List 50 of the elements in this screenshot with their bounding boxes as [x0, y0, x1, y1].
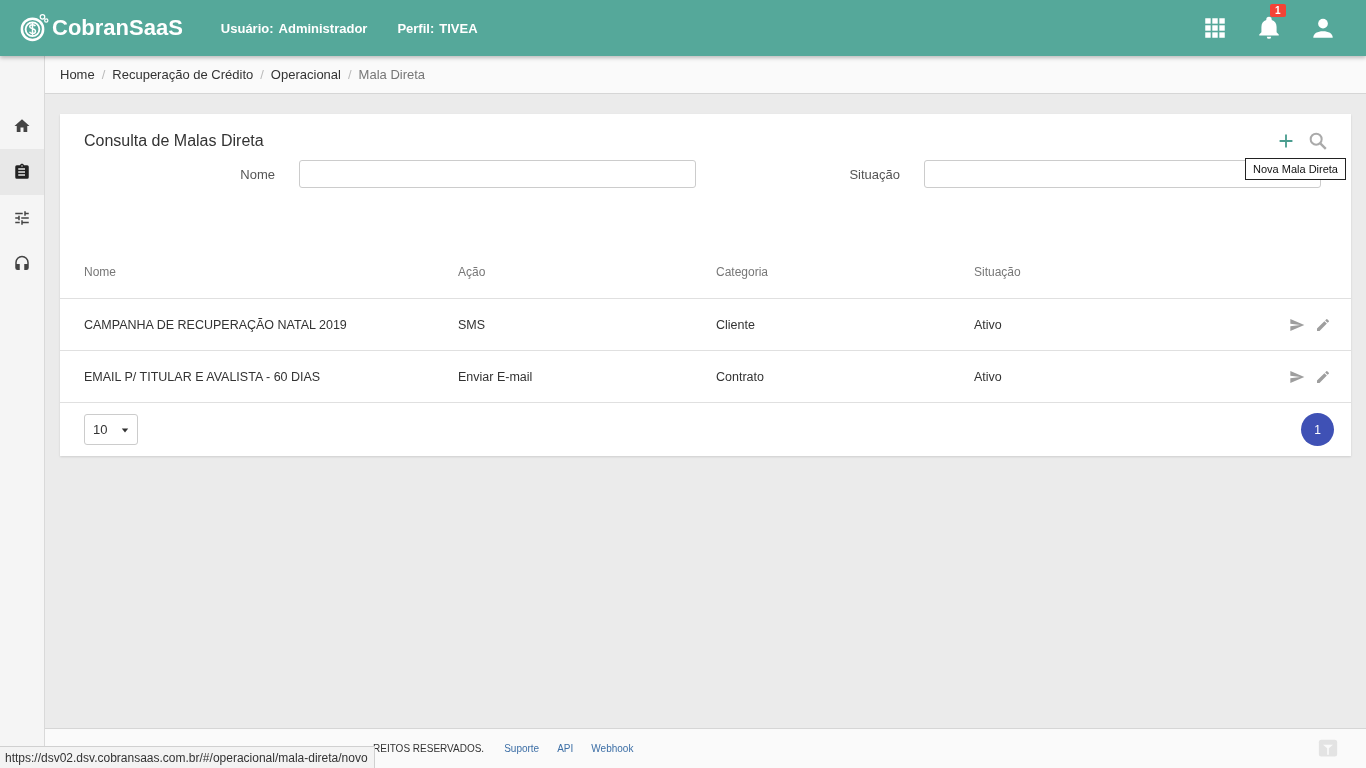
breadcrumb-link[interactable]: Operacional	[270, 67, 341, 82]
pencil-icon	[1315, 316, 1331, 333]
brand-name: CobranSaaS	[52, 15, 183, 41]
column-header: Nome	[84, 265, 117, 279]
page-button[interactable]: 1	[1301, 413, 1334, 446]
user-label: Usuário:	[220, 20, 274, 36]
search-icon	[1307, 130, 1329, 152]
send-icon	[1289, 368, 1305, 385]
footer-link[interactable]: API	[557, 743, 574, 754]
column-header: Categoria	[716, 265, 770, 279]
field-label: Situação	[848, 166, 900, 182]
clipboard-icon	[13, 163, 31, 181]
profile-name: TIVEA	[439, 20, 478, 36]
breadcrumb-separator: /	[347, 67, 352, 82]
table-cell-text: SMS	[458, 317, 487, 332]
coin-logo-icon	[20, 13, 50, 43]
table-cell-text: Ativo	[974, 369, 1003, 384]
field-label: Nome	[239, 166, 275, 182]
breadcrumb-separator: /	[260, 67, 264, 82]
grid-icon	[1202, 15, 1228, 41]
table-cell-text: Enviar E-mail	[458, 369, 534, 384]
headphones-icon	[13, 255, 31, 273]
footer-link[interactable]: Suporte	[504, 743, 540, 754]
user-name: Administrador	[278, 20, 368, 36]
profile-label: Perfil:	[397, 20, 435, 36]
column-header: Ação	[458, 265, 487, 279]
page-size-select[interactable]: 10	[84, 414, 138, 445]
breadcrumb-link[interactable]: Recuperação de Crédito	[112, 67, 254, 82]
sidebar-item[interactable]	[0, 149, 44, 195]
pencil-icon	[1315, 368, 1331, 385]
sliders-icon	[13, 209, 31, 227]
breadcrumb-link[interactable]: Home	[60, 67, 95, 82]
table-cell-text: EMAIL P/ TITULAR E AVALISTA - 60 DIAS	[84, 369, 322, 384]
breadcrumb-current: Mala Direta	[358, 67, 426, 82]
bell-icon	[1256, 15, 1282, 41]
table-cell-text: CAMPANHA DE RECUPERAÇÃO NATAL 2019	[84, 317, 348, 332]
footer-link[interactable]: Webhook	[591, 743, 634, 754]
notification-count-badge: 1	[1270, 4, 1286, 17]
status-url: https://dsv02.dsv.cobransaas.com.br/#/operacional/mala-direta/novo	[0, 746, 375, 768]
send-icon	[1289, 316, 1305, 333]
table-cell-text: Cliente	[716, 317, 756, 332]
table-cell-text: Contrato	[716, 369, 765, 384]
caret-icon	[121, 425, 129, 434]
card-title: Consulta de Malas Direta	[84, 132, 264, 150]
table-cell-text: Ativo	[974, 317, 1003, 332]
home-icon	[13, 117, 31, 135]
tooltip: Nova Mala Direta	[1245, 158, 1346, 180]
text-field[interactable]	[299, 160, 696, 188]
breadcrumb-separator: /	[101, 67, 106, 82]
column-header: Situação	[974, 265, 1022, 279]
